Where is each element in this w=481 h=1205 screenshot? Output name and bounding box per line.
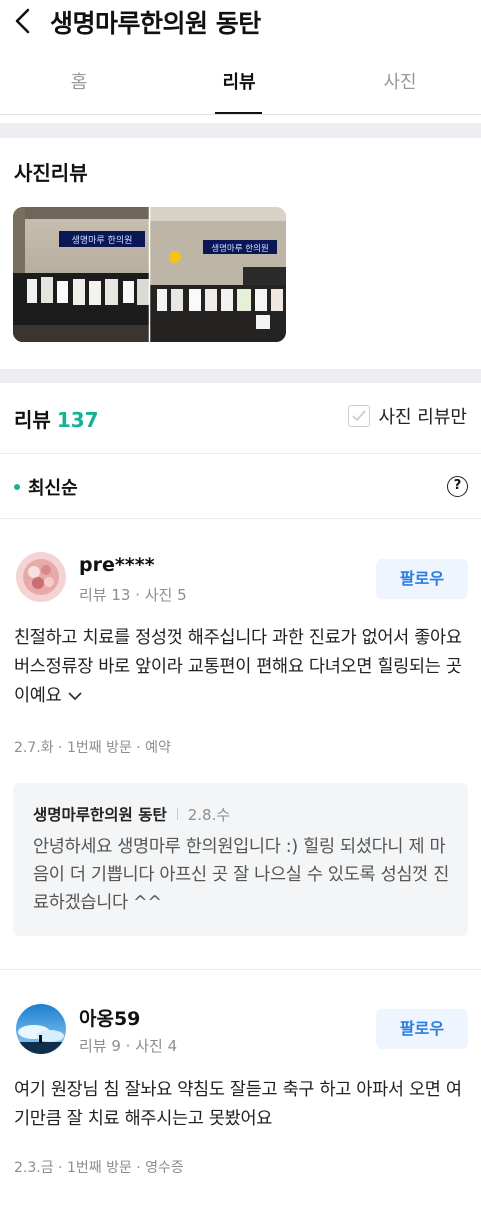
- divider: [0, 969, 481, 970]
- follow-button[interactable]: 팔로우: [376, 559, 468, 599]
- sort-indicator-dot: [14, 484, 20, 490]
- photo-review-thumbnail[interactable]: 생명마루 한의원 생명마루 한의원: [13, 207, 286, 342]
- tab-photos[interactable]: 사진: [350, 68, 450, 94]
- section-divider: [0, 369, 481, 383]
- help-icon[interactable]: ?: [447, 476, 468, 497]
- separator: [176, 808, 178, 820]
- user-meta: 리뷰 13 · 사진 5: [79, 586, 187, 604]
- reviews-label: 리뷰: [14, 408, 51, 432]
- top-bar: 생명마루한의원 동탄: [0, 0, 481, 46]
- photo-only-toggle[interactable]: 사진 리뷰만: [348, 403, 467, 429]
- visit-info: 2.3.금 · 1번째 방문 · 영수증: [14, 1160, 184, 1176]
- section-divider: [0, 123, 481, 138]
- clinic-sign-text: 생명마루 한의원: [72, 235, 133, 246]
- user-meta: 리뷰 9 · 사진 4: [79, 1037, 178, 1055]
- avatar[interactable]: [16, 1004, 66, 1054]
- follow-button[interactable]: 팔로우: [376, 1009, 468, 1049]
- username[interactable]: 아옹59: [79, 1004, 140, 1031]
- clinic-sign-text-2: 생명마루 한의원: [211, 243, 268, 254]
- reply-text: 안녕하세요 생명마루 한의원입니다 :) 힐링 되셨다니 제 마음이 더 기쁩니…: [33, 837, 450, 913]
- sort-selector[interactable]: 최신순: [14, 474, 78, 500]
- page-title: 생명마루한의원 동탄: [50, 9, 261, 38]
- reply-author: 생명마루한의원 동탄: [33, 806, 167, 824]
- checkbox[interactable]: [348, 405, 371, 427]
- review-text: 친절하고 치료를 정성껏 해주십니다 과한 진료가 없어서 좋아요 버스정류장 …: [14, 624, 474, 711]
- divider: [0, 453, 481, 454]
- visit-info: 2.7.화 · 1번째 방문 · 예약: [14, 740, 171, 756]
- check-icon: [352, 410, 367, 422]
- sort-label: 최신순: [28, 478, 78, 499]
- reply-date: 2.8.수: [187, 805, 231, 824]
- chevron-down-icon[interactable]: [67, 690, 83, 702]
- back-arrow-icon[interactable]: [10, 6, 36, 36]
- review-text: 여기 원장님 침 잘놔요 약침도 잘듣고 축구 하고 아파서 오면 여기만큼 잘…: [14, 1080, 462, 1129]
- active-tab-indicator: [215, 112, 262, 114]
- username[interactable]: pre****: [79, 554, 155, 576]
- divider: [0, 518, 481, 519]
- review-count: 137: [56, 408, 99, 432]
- tab-reviews[interactable]: 리뷰: [189, 68, 289, 94]
- photo-only-label: 사진 리뷰만: [378, 407, 467, 428]
- photo-reviews-title: 사진리뷰: [14, 161, 88, 185]
- owner-reply: 생명마루한의원 동탄 2.8.수 안녕하세요 생명마루 한의원입니다 :) 힐링…: [13, 783, 468, 936]
- avatar[interactable]: [16, 552, 66, 602]
- tab-home[interactable]: 홈: [29, 68, 129, 94]
- reviews-heading: 리뷰 137: [14, 404, 99, 433]
- tab-bar: 홈 리뷰 사진: [0, 50, 481, 115]
- reply-header: 생명마루한의원 동탄 2.8.수: [33, 803, 230, 825]
